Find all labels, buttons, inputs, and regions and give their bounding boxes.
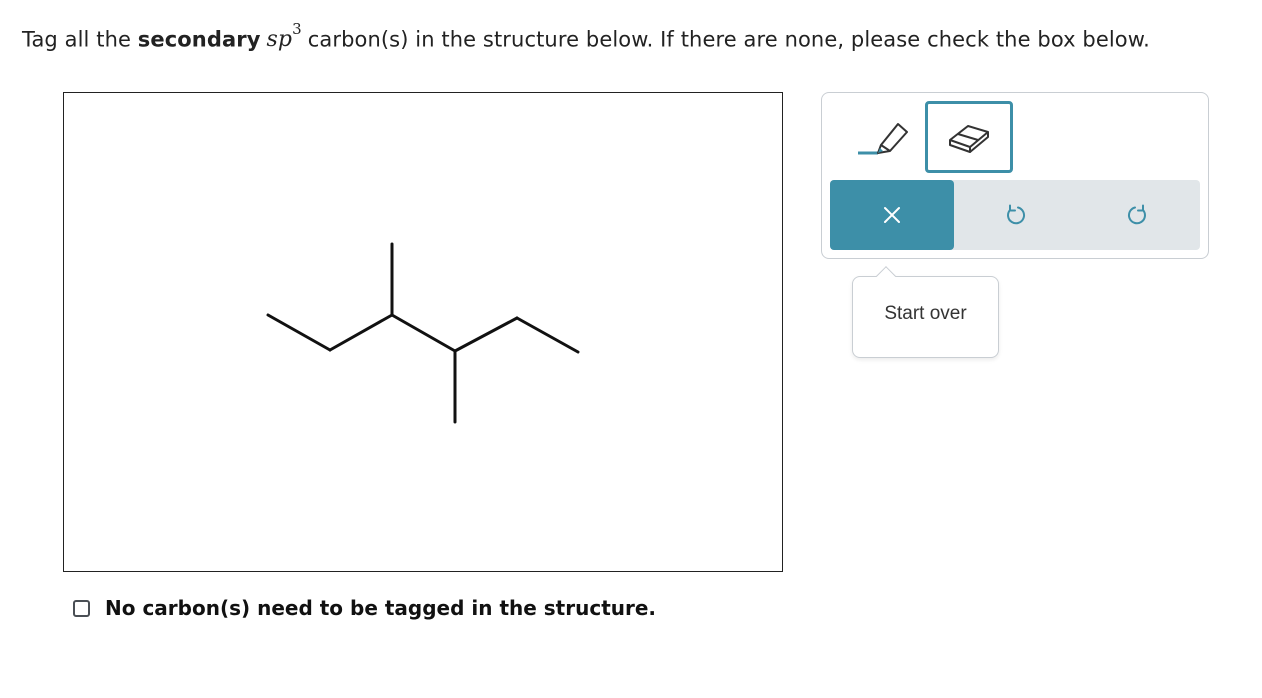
question-text: Tag all the secondary sp3 carbon(s) in the… <box>22 18 1252 55</box>
math-base: sp <box>266 27 293 53</box>
eraser-tool-button[interactable] <box>925 101 1013 173</box>
bond-c1-c2[interactable] <box>266 313 332 352</box>
action-bar <box>830 180 1200 250</box>
none-option-label[interactable]: No carbon(s) need to be tagged in the st… <box>105 596 656 620</box>
undo-icon <box>1007 204 1025 225</box>
question-prefix: Tag all the <box>22 27 138 52</box>
bond-c5-c6[interactable] <box>515 316 580 354</box>
bond-c2-c3[interactable] <box>328 313 394 352</box>
none-checkbox[interactable] <box>73 599 90 617</box>
clear-button[interactable] <box>830 180 954 250</box>
question-emphasis: secondary <box>137 27 261 52</box>
bond-c4-c5[interactable] <box>453 316 519 353</box>
tooltip-arrow <box>876 266 896 286</box>
pencil-tag-icon <box>858 123 908 155</box>
hybridization-math: sp3 <box>266 20 302 53</box>
skeletal-structure <box>266 242 580 424</box>
redo-button[interactable] <box>1108 180 1168 250</box>
close-icon <box>884 207 900 223</box>
start-over-tooltip: Start over <box>852 266 999 358</box>
math-exponent: 3 <box>292 20 302 38</box>
tooltip-text: Start over <box>884 303 967 324</box>
bond-c3-c4[interactable] <box>390 313 457 353</box>
question-suffix: carbon(s) in the structure below. If the… <box>307 27 1150 52</box>
tag-tool-button[interactable] <box>844 103 924 173</box>
structure-canvas[interactable] <box>63 92 783 572</box>
tool-panel <box>821 92 1209 259</box>
none-option[interactable]: No carbon(s) need to be tagged in the st… <box>73 596 656 620</box>
undo-button[interactable] <box>985 180 1045 250</box>
eraser-icon <box>949 125 989 153</box>
redo-icon <box>1128 204 1146 225</box>
